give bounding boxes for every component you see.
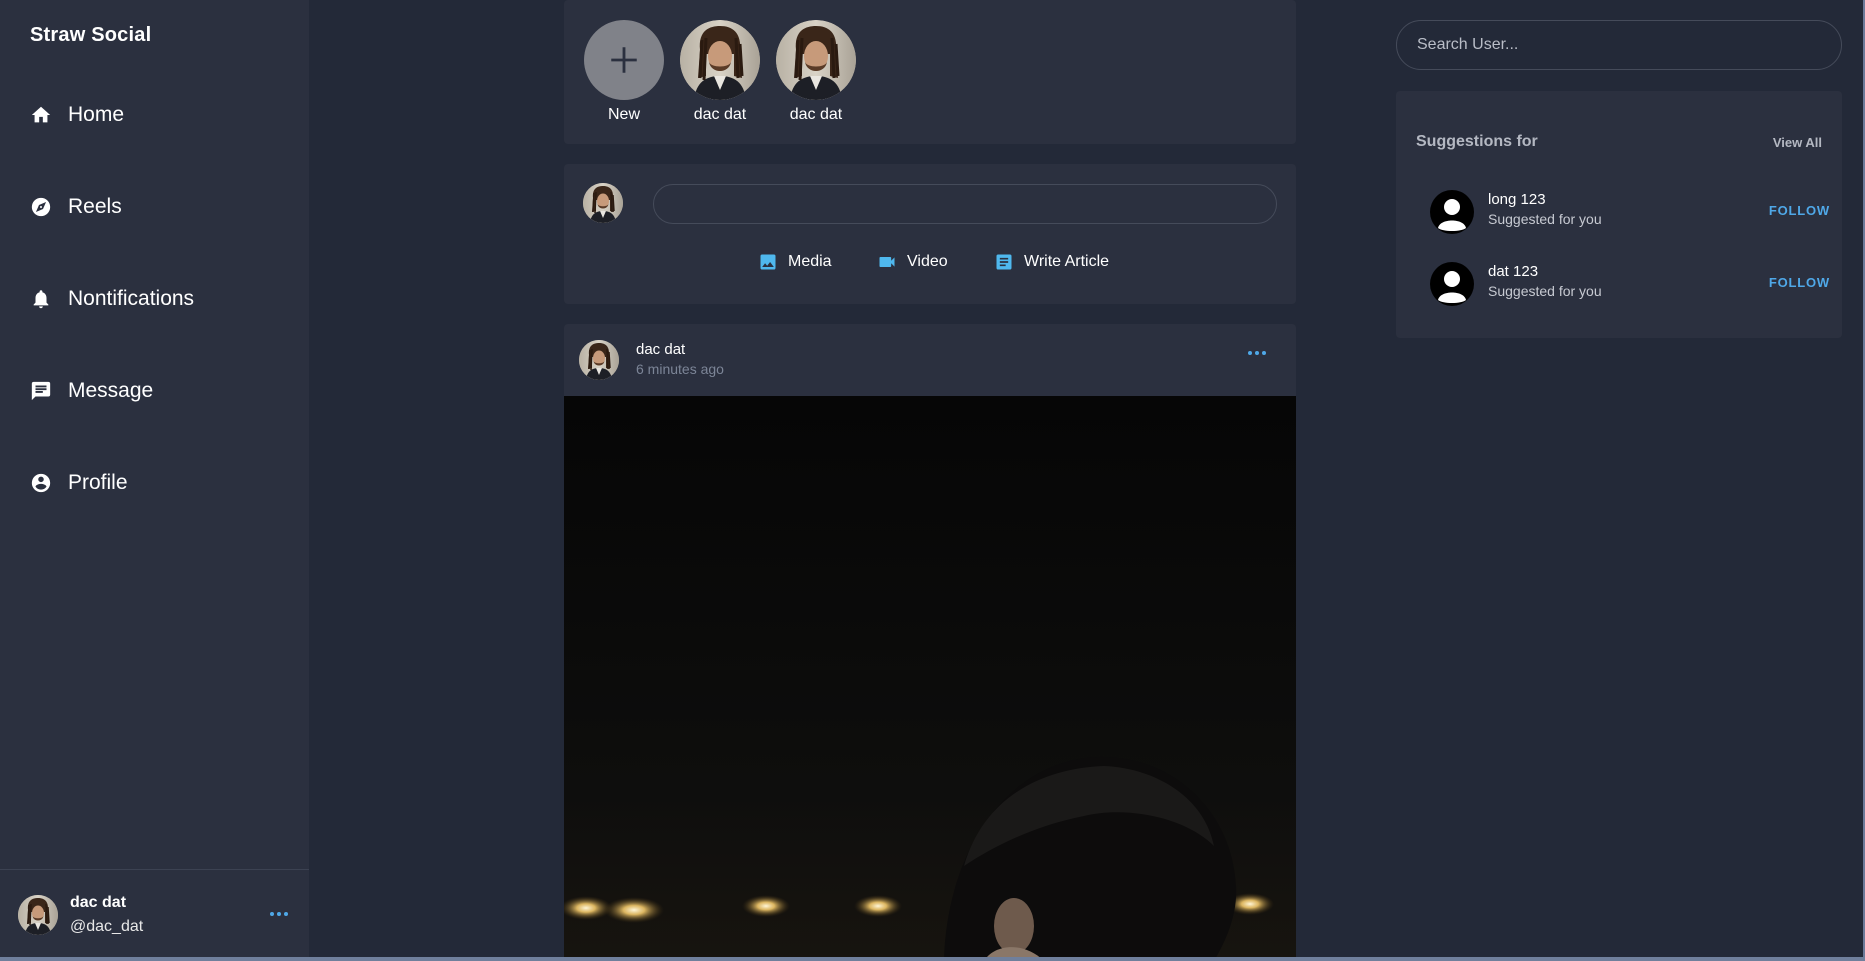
write-article-label: Write Article: [1024, 253, 1110, 270]
add-story-button[interactable]: [584, 20, 664, 100]
default-user-avatar[interactable]: [1430, 262, 1474, 306]
stories-bar: New dac dat dac dat: [564, 0, 1296, 144]
suggestion-item: dat 123 Suggested for you FOLLOW: [1430, 262, 1830, 306]
story-label: dac dat: [789, 106, 843, 123]
post-image[interactable]: [564, 396, 1296, 961]
video-button[interactable]: Video: [877, 250, 948, 274]
sidebar-item-home[interactable]: Home: [30, 95, 280, 135]
story-label: dac dat: [693, 106, 747, 123]
image-icon: [760, 254, 776, 270]
sidebar-item-label: Nontifications: [68, 287, 195, 310]
story-label: New: [607, 106, 640, 123]
bell-icon: [33, 290, 49, 309]
story-item[interactable]: dac dat: [680, 20, 760, 124]
suggestion-subtitle: Suggested for you: [1488, 283, 1602, 299]
story-avatar: [680, 20, 760, 100]
sidebar-item-message[interactable]: Message: [30, 371, 280, 411]
suggestion-name[interactable]: long 123: [1488, 191, 1546, 208]
default-user-avatar[interactable]: [1430, 190, 1474, 234]
compass-icon: [31, 197, 51, 217]
sidebar-item-label: Profile: [68, 471, 128, 494]
avatar[interactable]: [579, 340, 619, 380]
sidebar-item-notifications[interactable]: Nontifications: [30, 279, 280, 319]
brand-logo[interactable]: Straw Social: [30, 24, 151, 47]
home-icon: [31, 106, 51, 123]
avatar[interactable]: [18, 895, 58, 935]
sidebar: Straw Social Home Reels Nontifications M…: [0, 0, 309, 957]
write-article-button[interactable]: Write Article: [994, 250, 1109, 274]
follow-button[interactable]: FOLLOW: [1769, 275, 1830, 290]
article-icon: [996, 254, 1012, 270]
message-icon: [31, 381, 51, 401]
story-avatar: [776, 20, 856, 100]
sidebar-item-label: Message: [68, 379, 154, 402]
post-more-options-icon[interactable]: [1248, 351, 1266, 355]
plus-icon: [611, 47, 637, 73]
post-author[interactable]: dac dat: [636, 341, 685, 358]
post-input[interactable]: [653, 184, 1277, 224]
more-options-icon[interactable]: [270, 912, 288, 916]
sidebar-item-reels[interactable]: Reels: [30, 187, 280, 227]
suggestion-item: long 123 Suggested for you FOLLOW: [1430, 190, 1830, 234]
videocam-icon: [879, 257, 895, 267]
video-label: Video: [907, 253, 948, 270]
story-item[interactable]: dac dat: [776, 20, 856, 124]
account-circle-icon: [31, 473, 51, 493]
sidebar-item-label: Home: [68, 103, 125, 126]
taskbar-edge: [0, 957, 1865, 961]
post-card: dac dat 6 minutes ago: [564, 324, 1296, 961]
media-label: Media: [788, 253, 832, 270]
view-all-link[interactable]: View All: [1773, 135, 1822, 150]
suggestion-name[interactable]: dat 123: [1488, 263, 1538, 280]
sidebar-item-label: Reels: [68, 195, 122, 218]
search-user-input[interactable]: [1396, 20, 1842, 70]
current-user-name: dac dat: [70, 894, 127, 911]
media-button[interactable]: Media: [758, 250, 832, 274]
avatar[interactable]: [583, 183, 623, 223]
suggestions-title: Suggestions for: [1416, 133, 1538, 150]
story-new[interactable]: New: [584, 20, 664, 124]
sidebar-item-profile[interactable]: Profile: [30, 463, 280, 503]
post-composer: Media Video Write Article: [564, 164, 1296, 304]
current-user-handle: @dac_dat: [70, 918, 144, 935]
current-user-panel: dac dat @dac_dat: [0, 869, 309, 957]
post-timestamp: 6 minutes ago: [636, 361, 724, 377]
follow-button[interactable]: FOLLOW: [1769, 203, 1830, 218]
suggestions-panel: Suggestions for View All long 123 Sugges…: [1396, 91, 1842, 338]
suggestion-subtitle: Suggested for you: [1488, 211, 1602, 227]
